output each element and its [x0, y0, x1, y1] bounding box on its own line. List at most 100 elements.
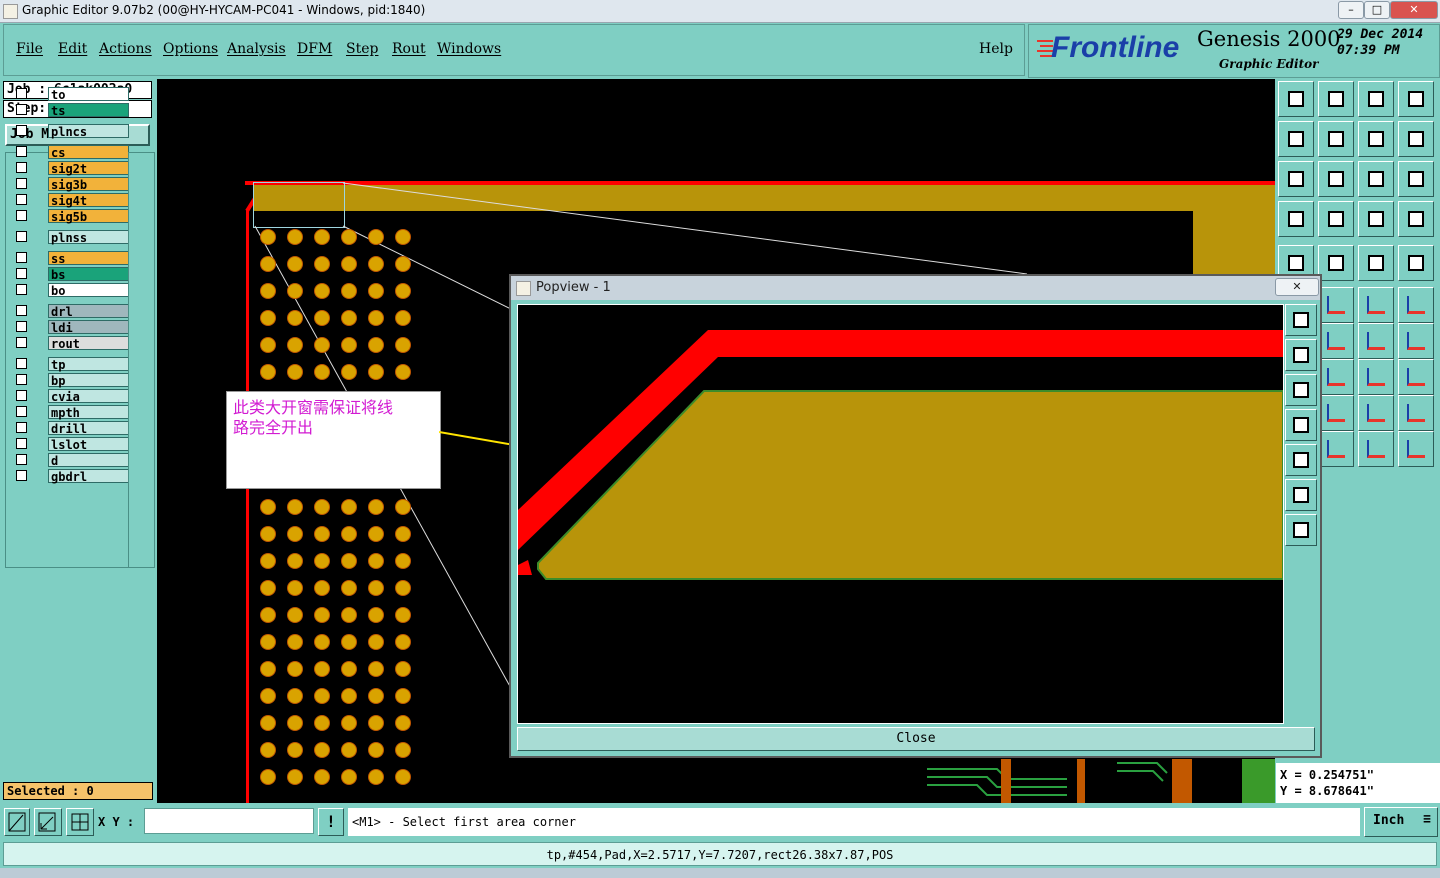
menu-windows[interactable]: Windows	[437, 41, 501, 57]
connect-red-button[interactable]	[1398, 287, 1434, 323]
layer-checkbox[interactable]	[16, 125, 27, 136]
zoom-fit-button[interactable]	[1278, 161, 1314, 197]
layer-name: drl	[48, 304, 129, 319]
popview-fit-button[interactable]	[1285, 479, 1317, 511]
pad	[288, 689, 302, 703]
layer-checkbox[interactable]	[16, 454, 27, 465]
route-button[interactable]	[1398, 431, 1434, 467]
layer-checkbox[interactable]	[16, 104, 27, 115]
feature-affect-button[interactable]	[1398, 201, 1434, 237]
menu-actions[interactable]: Actions	[99, 41, 152, 57]
popview-zoom-button[interactable]	[1285, 304, 1317, 336]
grid-button[interactable]	[1318, 201, 1354, 237]
popview-center-button[interactable]	[1285, 514, 1317, 546]
layer-affect-button[interactable]	[1358, 201, 1394, 237]
menu-dfm[interactable]: DFM	[297, 41, 332, 57]
triangle-red-icon	[1367, 404, 1385, 422]
xy-input[interactable]	[144, 808, 314, 834]
popview-left-icon	[1293, 417, 1309, 433]
menu-options[interactable]: Options	[163, 41, 218, 57]
time-label: 07:39 PM	[1337, 43, 1400, 58]
popview-up-button[interactable]	[1285, 339, 1317, 371]
menu-rout[interactable]: Rout	[392, 41, 426, 57]
coord-y: Y = 8.678641"	[1280, 784, 1374, 798]
area-select-button[interactable]	[34, 808, 62, 836]
layer-checkbox[interactable]	[16, 374, 27, 385]
layer-checkbox[interactable]	[16, 438, 27, 449]
prev-view-icon	[1288, 131, 1304, 147]
layer-name: plncs	[48, 124, 129, 139]
line-button[interactable]	[1318, 245, 1354, 281]
triangle-red-button[interactable]	[1358, 395, 1394, 431]
minimize-button[interactable]: –	[1338, 1, 1364, 19]
split-button[interactable]	[1358, 359, 1394, 395]
pan-button[interactable]	[1398, 81, 1434, 117]
triangle-pick-button[interactable]	[1398, 395, 1434, 431]
layer-checkbox[interactable]	[16, 284, 27, 295]
layer-list-scrollbar[interactable]	[128, 152, 155, 568]
connect-button[interactable]	[1358, 287, 1394, 323]
select-mode-button[interactable]	[4, 808, 30, 836]
query-button[interactable]	[1398, 161, 1434, 197]
command-prompt: <M1> - Select first area corner	[348, 808, 1360, 836]
popview-close-button[interactable]: Close	[517, 727, 1315, 751]
menu-edit[interactable]: Edit	[58, 41, 87, 57]
menu-file[interactable]: File	[16, 41, 43, 57]
pad	[369, 743, 383, 757]
line-draw-button[interactable]	[1318, 323, 1354, 359]
layer-checkbox[interactable]	[16, 268, 27, 279]
arc-button[interactable]	[1358, 323, 1394, 359]
cursor-button[interactable]	[1318, 431, 1354, 467]
layer-checkbox[interactable]	[16, 321, 27, 332]
close-window-button[interactable]: ✕	[1390, 1, 1438, 19]
ruler-button[interactable]	[1358, 245, 1394, 281]
cross-button[interactable]	[1318, 287, 1354, 323]
layer-checkbox[interactable]	[16, 390, 27, 401]
cursor-hand-button[interactable]	[1358, 431, 1394, 467]
fit-step-button[interactable]	[1358, 81, 1394, 117]
layer-checkbox[interactable]	[16, 470, 27, 481]
fill-button[interactable]	[1398, 323, 1434, 359]
redraw-button[interactable]	[1358, 121, 1394, 157]
layer-checkbox[interactable]	[16, 305, 27, 316]
popview-right-button[interactable]	[1285, 444, 1317, 476]
popview-close-x-button[interactable]: ✕	[1275, 278, 1319, 296]
scale-1-2-button[interactable]	[1358, 161, 1394, 197]
layer-checkbox[interactable]	[16, 358, 27, 369]
home-view-button[interactable]	[1278, 81, 1314, 117]
triangle-button[interactable]	[1318, 395, 1354, 431]
layer-checkbox[interactable]	[16, 146, 27, 157]
menu-step[interactable]: Step	[346, 41, 378, 57]
layer-checkbox[interactable]	[16, 162, 27, 173]
layer-checkbox[interactable]	[16, 231, 27, 242]
popview-down-button[interactable]	[1285, 374, 1317, 406]
exclaim-button[interactable]: !	[318, 808, 344, 836]
trace-cluster	[917, 759, 1269, 803]
pad	[261, 284, 275, 298]
maximize-button[interactable]: □	[1364, 1, 1390, 19]
unit-selector[interactable]: Inch ≡	[1364, 807, 1438, 837]
measure-button[interactable]	[1278, 201, 1314, 237]
layer-checkbox[interactable]	[16, 210, 27, 221]
prev-view-button[interactable]	[1278, 121, 1314, 157]
menu-help[interactable]: Help	[979, 41, 1013, 57]
popview-canvas[interactable]	[517, 304, 1284, 724]
layer-checkbox[interactable]	[16, 194, 27, 205]
layer-checkbox[interactable]	[16, 252, 27, 263]
grid-snap-button[interactable]	[66, 808, 94, 836]
menu-analysis[interactable]: Analysis	[227, 41, 286, 57]
layer-checkbox[interactable]	[16, 406, 27, 417]
next-view-button[interactable]	[1318, 121, 1354, 157]
layer-checkbox[interactable]	[16, 178, 27, 189]
popview-left-button[interactable]	[1285, 409, 1317, 441]
line-red-button[interactable]	[1318, 359, 1354, 395]
green-block	[1242, 759, 1275, 803]
layer-checkbox[interactable]	[16, 88, 27, 99]
snap-button[interactable]	[1398, 121, 1434, 157]
zoom-home-button[interactable]	[1318, 81, 1354, 117]
dot-button[interactable]	[1398, 245, 1434, 281]
layer-checkbox[interactable]	[16, 337, 27, 348]
layer-checkbox[interactable]	[16, 422, 27, 433]
shapes-button[interactable]	[1398, 359, 1434, 395]
zoom-center-button[interactable]	[1318, 161, 1354, 197]
